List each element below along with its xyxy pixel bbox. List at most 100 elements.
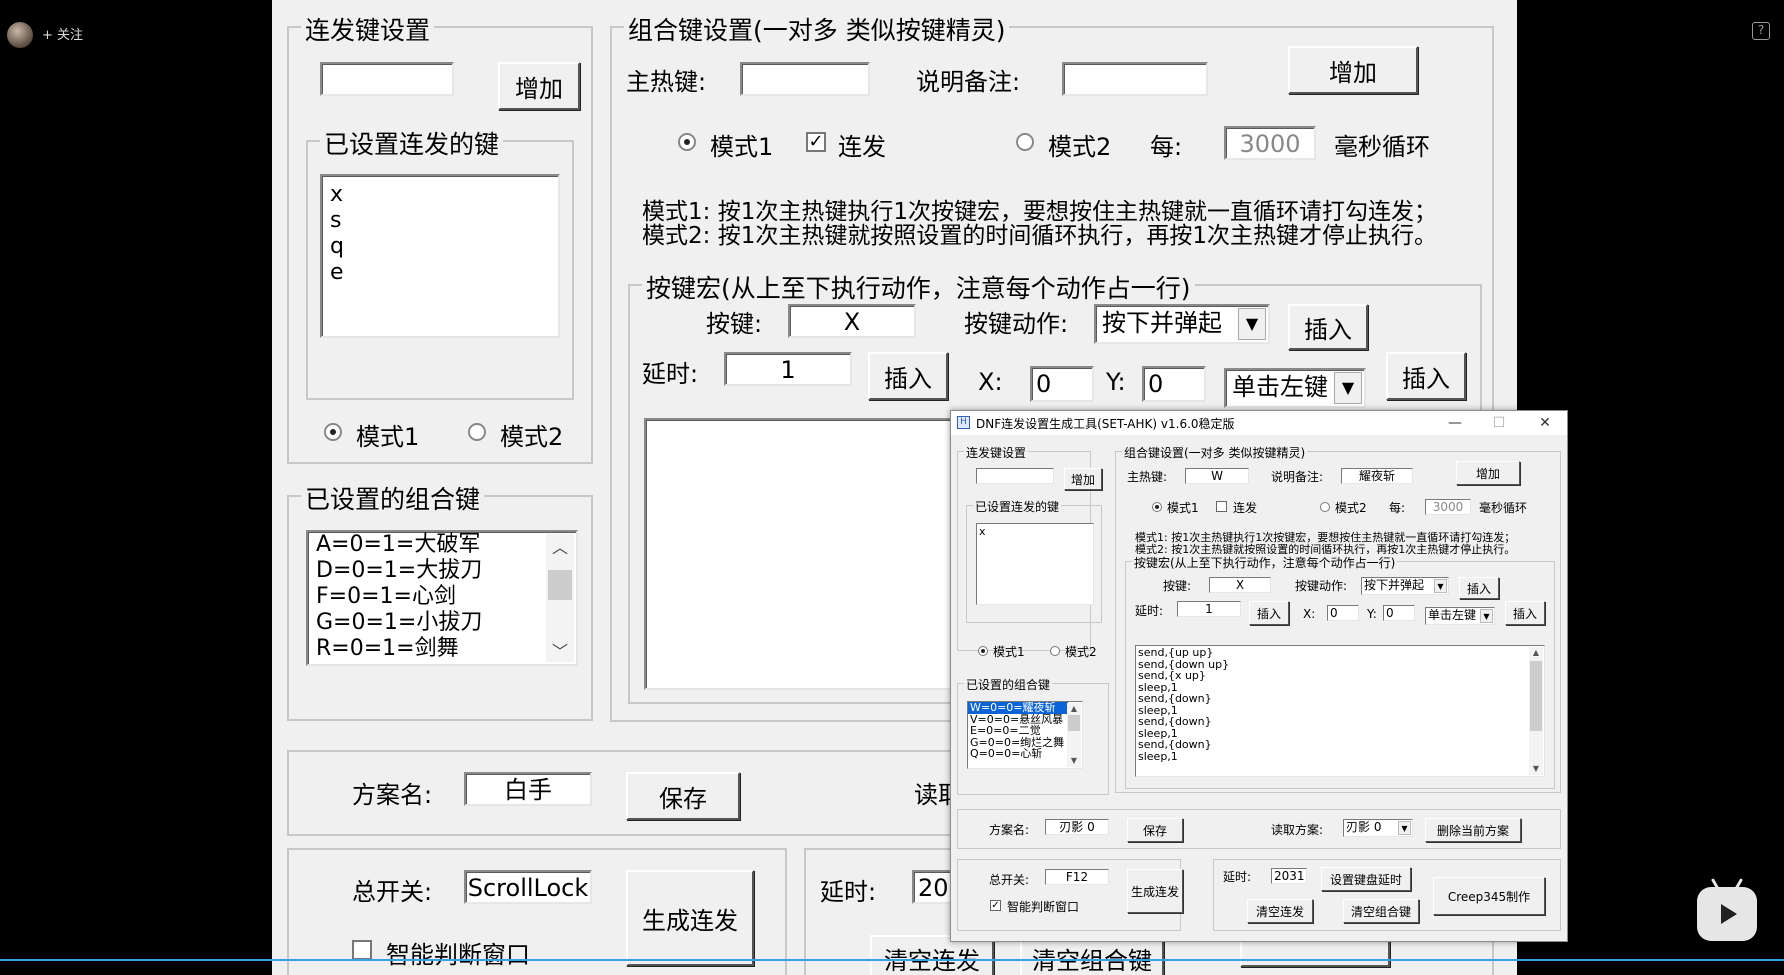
read-scheme-select[interactable]: 刃影 0 ▼	[1343, 819, 1413, 837]
list-item[interactable]: x	[322, 182, 558, 208]
key-insert-button[interactable]: 插入	[1459, 577, 1499, 599]
list-item[interactable]: send,{down}	[1136, 693, 1544, 705]
rapid-checkbox[interactable]: ✓	[806, 132, 826, 152]
scroll-down-icon[interactable]: ﹀	[546, 638, 574, 662]
set-keys-list[interactable]: x	[976, 523, 1094, 605]
every-input[interactable]: 3000	[1224, 126, 1316, 160]
hotkey-mode1-radio[interactable]	[978, 646, 988, 656]
list-item[interactable]: send,{down}	[1136, 739, 1544, 751]
hotkey-mode2-radio[interactable]	[468, 423, 486, 441]
key-input[interactable]: X	[1209, 577, 1271, 593]
main-hotkey-input[interactable]	[740, 62, 870, 96]
combo-list-scrollbar[interactable]: ▲ ▼	[1067, 703, 1081, 767]
list-item[interactable]: s	[322, 208, 558, 234]
x-input[interactable]: 0	[1327, 605, 1359, 621]
list-item[interactable]: Q=0=0=心斩	[968, 748, 1082, 760]
hotkey-input[interactable]	[320, 62, 454, 96]
switch-input[interactable]: ScrollLock	[464, 870, 592, 904]
set-keyboard-delay-button[interactable]: 设置键盘延时	[1321, 867, 1411, 891]
mouse-insert-button[interactable]: 插入	[1505, 601, 1545, 625]
mouse-action-select[interactable]: 单击左键 ▼	[1425, 607, 1495, 625]
key-action-select[interactable]: 按下并弹起 ▼	[1094, 304, 1270, 344]
scroll-thumb[interactable]	[548, 570, 572, 600]
key-input[interactable]: X	[788, 304, 916, 338]
set-keys-list[interactable]: x s q e	[320, 174, 560, 338]
uploader-avatar[interactable]	[7, 22, 33, 48]
list-item[interactable]: R=0=1=剑舞	[308, 636, 576, 662]
scroll-thumb[interactable]	[1068, 715, 1080, 731]
chevron-down-icon[interactable]: ▼	[1334, 372, 1362, 404]
list-item[interactable]: F=0=1=心剑	[308, 584, 576, 610]
maximize-icon[interactable]: ☐	[1477, 412, 1521, 434]
delay-insert-button[interactable]: 插入	[1249, 601, 1289, 625]
key-action-select[interactable]: 按下并弹起 ▼	[1361, 577, 1449, 595]
rapid-checkbox[interactable]	[1216, 501, 1227, 512]
scheme-input[interactable]: 白手	[464, 772, 592, 806]
main-hotkey-input[interactable]: W	[1185, 468, 1249, 484]
macro-textarea[interactable]: send,{up up} send,{down up} send,{x up} …	[1135, 645, 1545, 777]
delay-insert-button[interactable]: 插入	[868, 352, 948, 400]
close-icon[interactable]: ✕	[1523, 412, 1567, 434]
combo-add-button[interactable]: 增加	[1456, 461, 1520, 485]
delete-scheme-button[interactable]: 删除当前方案	[1425, 818, 1521, 842]
scroll-down-icon[interactable]: ▼	[1529, 763, 1543, 775]
list-item[interactable]: G=0=1=小拔刀	[308, 610, 576, 636]
hotkey-add-button[interactable]: 增加	[498, 62, 580, 110]
list-item[interactable]: send,{up up}	[1136, 647, 1544, 659]
combo-add-button[interactable]: 增加	[1288, 46, 1418, 94]
save-button[interactable]: 保存	[626, 772, 740, 820]
scroll-up-icon[interactable]: ▲	[1067, 703, 1081, 715]
macro-textarea[interactable]	[644, 418, 974, 690]
list-item[interactable]: send,{down}	[1136, 716, 1544, 728]
hotkey-mode2-radio[interactable]	[1050, 646, 1060, 656]
credit-button[interactable]: Creep345制作	[1433, 877, 1545, 915]
combo-list[interactable]: A=0=1=大破军 D=0=1=大拔刀 F=0=1=心剑 G=0=1=小拔刀 R…	[306, 530, 578, 666]
x-input[interactable]: 0	[1030, 366, 1094, 402]
remark-input[interactable]: 耀夜斩	[1341, 468, 1413, 484]
generate-button[interactable]: 生成连发	[1127, 869, 1183, 913]
combo-mode2-radio[interactable]	[1016, 133, 1034, 151]
generate-button[interactable]: 生成连发	[626, 870, 754, 966]
chevron-down-icon[interactable]: ▼	[1398, 821, 1411, 835]
list-item[interactable]: E=0=0=二觉	[968, 725, 1082, 737]
smart-window-checkbox[interactable]: ✓	[990, 900, 1001, 911]
list-item[interactable]: A=0=1=大破军	[308, 532, 576, 558]
key-insert-button[interactable]: 插入	[1288, 304, 1368, 350]
video-progress-bar[interactable]	[0, 959, 1784, 961]
remark-input[interactable]	[1062, 62, 1208, 96]
hotkey-add-button[interactable]: 增加	[1064, 468, 1102, 490]
delay-input[interactable]: 1	[724, 352, 852, 386]
mouse-insert-button[interactable]: 插入	[1386, 352, 1466, 400]
clear-rapid-button[interactable]: 清空连发	[1247, 899, 1313, 923]
combo-mode1-radio[interactable]	[1152, 502, 1162, 512]
macro-scrollbar[interactable]: ▲ ▼	[1529, 647, 1543, 775]
clear-combo-button[interactable]: 清空组合键	[1343, 899, 1419, 923]
follow-button[interactable]: + 关注	[42, 24, 83, 43]
every-input[interactable]: 3000	[1425, 499, 1471, 515]
chevron-down-icon[interactable]: ▼	[1480, 609, 1493, 623]
scroll-up-icon[interactable]: ︿	[546, 534, 574, 558]
hotkey-mode1-radio[interactable]	[324, 423, 342, 441]
list-item[interactable]: q	[322, 234, 558, 260]
bottom-delay-input[interactable]: 2031	[1271, 868, 1307, 884]
save-button[interactable]: 保存	[1127, 818, 1183, 842]
combo-list-scrollbar[interactable]: ︿ ﹀	[546, 534, 574, 662]
combo-mode1-radio[interactable]	[678, 133, 696, 151]
list-item[interactable]: send,{x up}	[1136, 670, 1544, 682]
scheme-input[interactable]: 刃影 0	[1045, 819, 1109, 835]
list-item[interactable]: W=0=0=耀夜斩	[968, 702, 1068, 714]
scroll-down-icon[interactable]: ▼	[1067, 755, 1081, 767]
bilibili-tv-icon[interactable]	[1697, 887, 1757, 941]
mouse-action-select[interactable]: 单击左键 ▼	[1224, 368, 1366, 408]
smart-window-checkbox[interactable]	[352, 940, 372, 960]
hotkey-input[interactable]	[976, 468, 1054, 484]
list-item[interactable]: D=0=1=大拔刀	[308, 558, 576, 584]
delay-input[interactable]: 1	[1177, 601, 1241, 617]
y-input[interactable]: 0	[1383, 605, 1415, 621]
scroll-thumb[interactable]	[1530, 661, 1542, 731]
list-item[interactable]: x	[977, 526, 1093, 538]
help-icon[interactable]: ?	[1752, 22, 1770, 40]
combo-mode2-radio[interactable]	[1320, 502, 1330, 512]
list-item[interactable]: e	[322, 260, 558, 286]
chevron-down-icon[interactable]: ▼	[1434, 579, 1447, 593]
